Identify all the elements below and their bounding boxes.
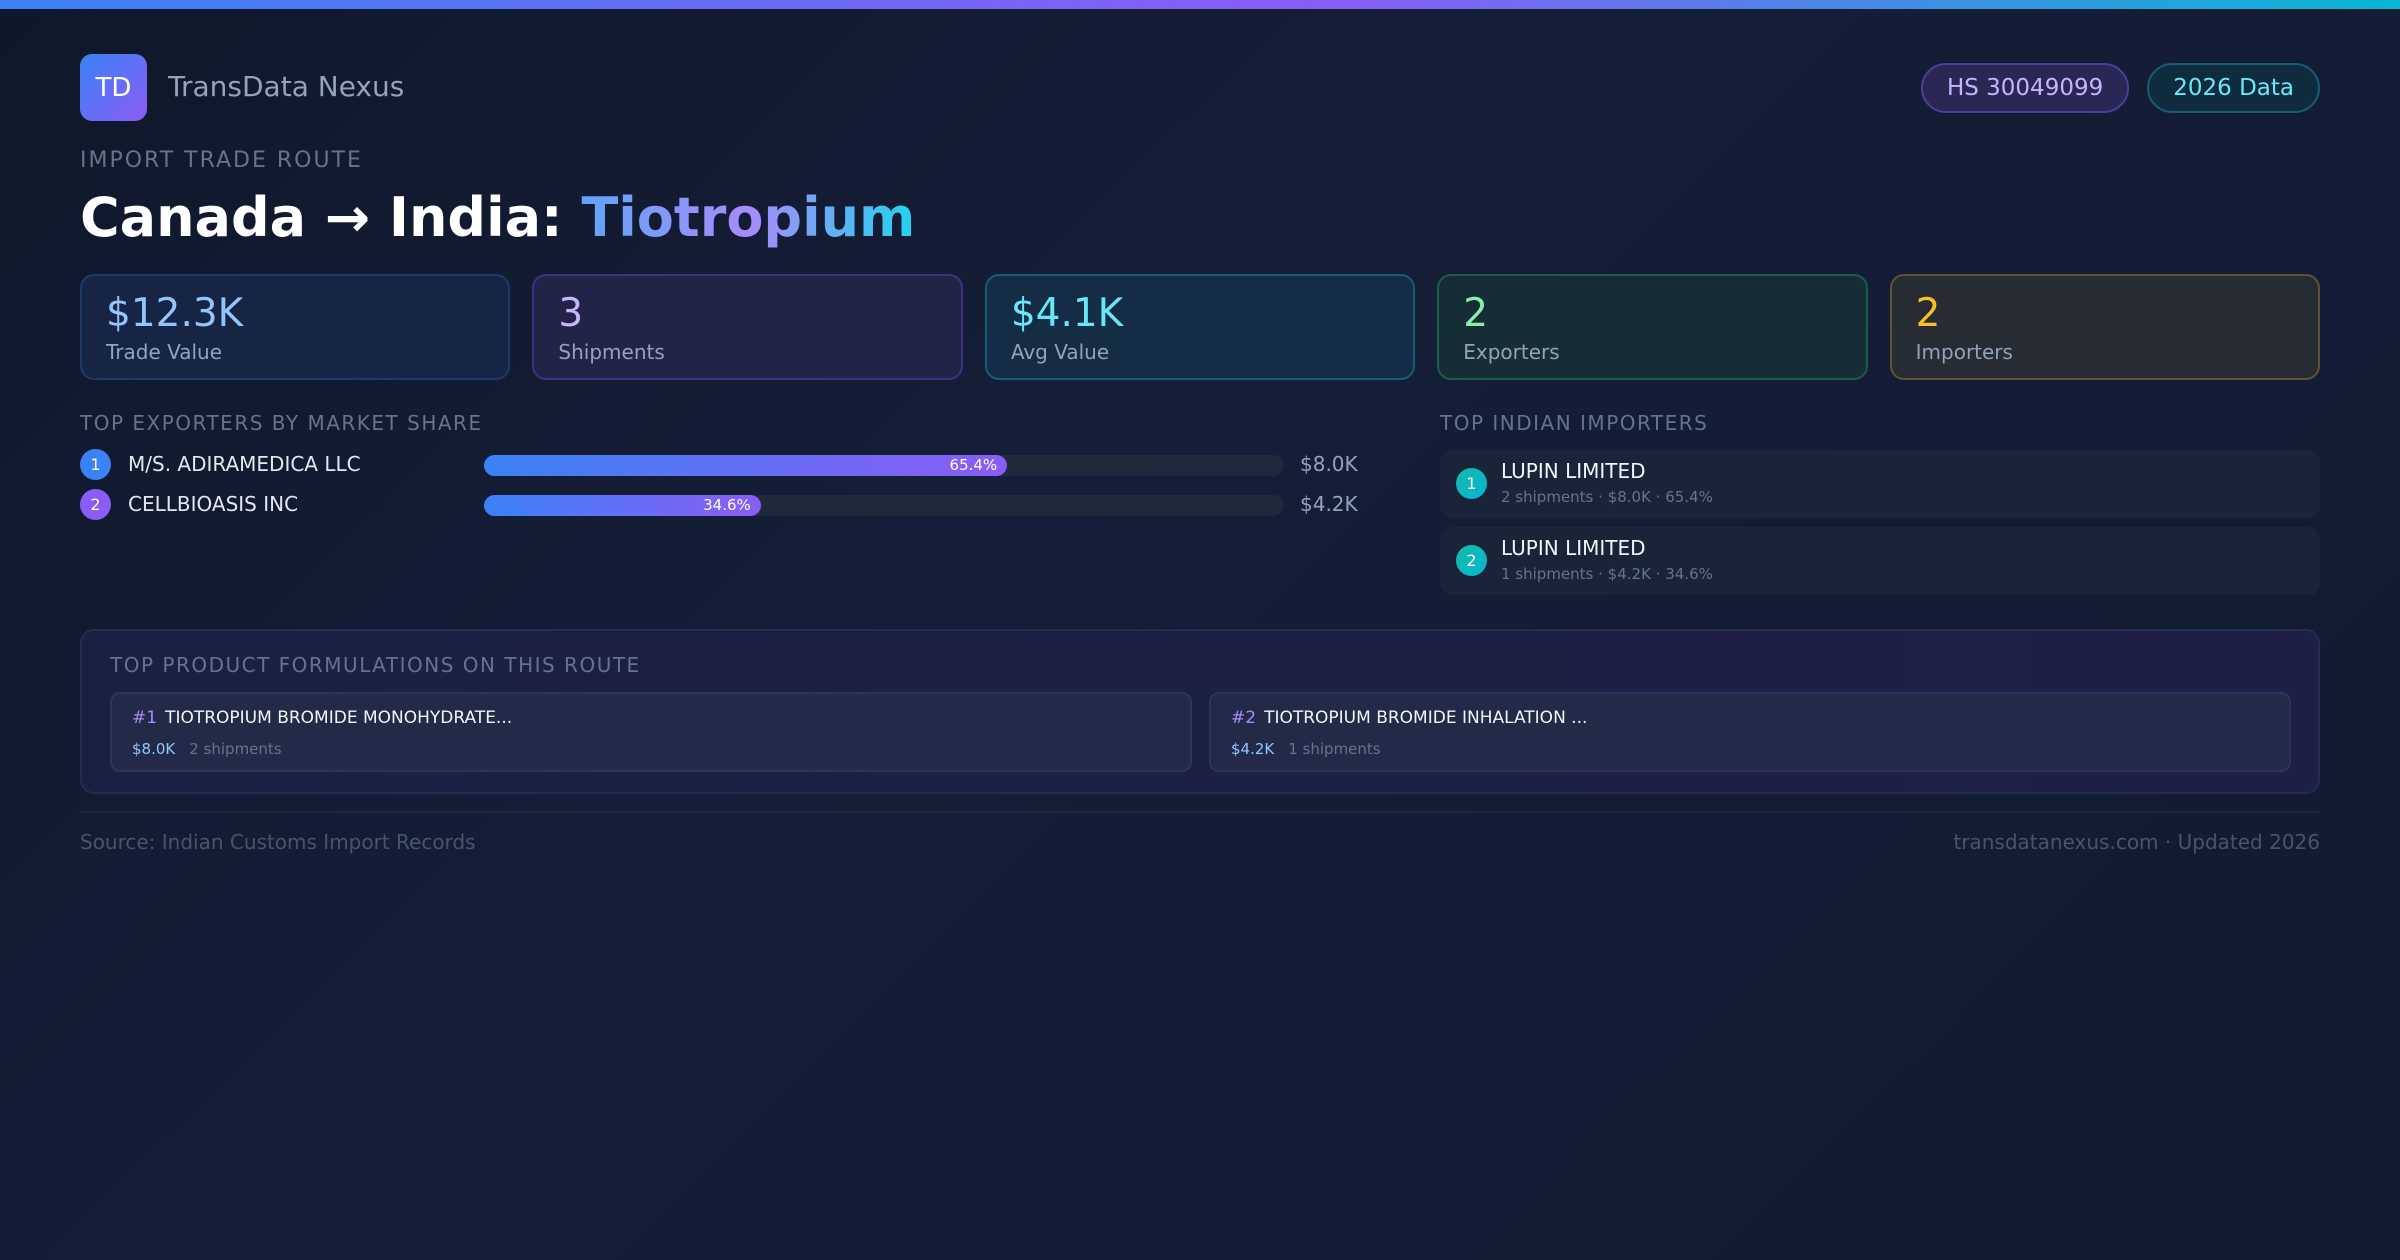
- footer-divider: [80, 811, 2320, 813]
- stat-value: $4.1K: [1010, 291, 1124, 336]
- rank-badge: 2: [80, 489, 111, 520]
- stat-trade-value: $12.3K Trade Value: [80, 274, 511, 380]
- formulation-rank: #2: [1231, 708, 1257, 728]
- stat-exporters: 2 Exporters: [1437, 274, 1868, 380]
- stat-label: Trade Value: [106, 340, 223, 364]
- stat-label: Exporters: [1463, 340, 1560, 364]
- formulation-title: #1 TIOTROPIUM BROMIDE MONOHYDRATE...: [132, 708, 512, 728]
- rank-badge: 1: [80, 449, 111, 480]
- brand-name: TransData Nexus: [168, 70, 405, 103]
- importer-item: 2 LUPIN LIMITED 1 shipments · $4.2K · 34…: [1440, 527, 2320, 595]
- importer-meta: 2 shipments · $8.0K · 65.4%: [1501, 488, 1713, 506]
- footer-site: transdatanexus.com · Updated 2026: [1953, 830, 2320, 854]
- formulation-card: #2 TIOTROPIUM BROMIDE INHALATION ... $4.2…: [1209, 692, 2291, 772]
- stat-value: 3: [558, 291, 584, 336]
- formulations-heading: TOP PRODUCT FORMULATIONS ON THIS ROUTE: [110, 653, 641, 677]
- share-bar: 34.6%: [484, 495, 1284, 516]
- exporter-value: $4.2K: [1300, 492, 1358, 516]
- page-title: Canada → India: Tiotropium: [80, 186, 915, 249]
- importer-item: 1 LUPIN LIMITED 2 shipments · $8.0K · 65…: [1440, 450, 2320, 518]
- stat-label: Avg Value: [1010, 340, 1110, 364]
- formulation-title: #2 TIOTROPIUM BROMIDE INHALATION ...: [1231, 708, 1587, 728]
- importer-name: LUPIN LIMITED: [1501, 459, 1646, 483]
- stat-avg-value: $4.1K Avg Value: [984, 274, 1416, 380]
- header: TD TransData Nexus HS 30049099 2026 Data: [80, 54, 2320, 121]
- title-route: Canada → India:: [80, 186, 582, 249]
- importer-name: LUPIN LIMITED: [1501, 536, 1646, 560]
- formulation-shipments: 1 shipments: [1288, 740, 1381, 758]
- formulation-meta: $8.0K 2 shipments: [132, 740, 282, 758]
- formulation-meta: $4.2K 1 shipments: [1231, 740, 1381, 758]
- hs-code-badge: HS 30049099: [1920, 63, 2130, 113]
- formulation-name: TIOTROPIUM BROMIDE INHALATION ...: [1264, 708, 1588, 728]
- title-product: Tiotropium: [581, 186, 916, 249]
- stat-importers: 2 Importers: [1889, 274, 2321, 380]
- formulations-panel: TOP PRODUCT FORMULATIONS ON THIS ROUTE #…: [80, 629, 2320, 794]
- stat-cards: $12.3K Trade Value 3 Shipments $4.1K Avg Va…: [80, 274, 2321, 380]
- rank-badge: 1: [1456, 468, 1487, 499]
- stat-label: Shipments: [558, 340, 665, 364]
- importer-meta: 1 shipments · $4.2K · 34.6%: [1501, 565, 1713, 583]
- importers-heading: TOP INDIAN IMPORTERS: [1440, 411, 1709, 435]
- stat-value: $12.3K: [106, 291, 244, 336]
- logo: TD: [80, 54, 147, 121]
- share-label: 34.6%: [703, 496, 751, 514]
- formulation-rank: #1: [132, 708, 158, 728]
- route-eyebrow: IMPORT TRADE ROUTE: [80, 148, 363, 173]
- formulation-name: TIOTROPIUM BROMIDE MONOHYDRATE...: [165, 708, 513, 728]
- footer-source: Source: Indian Customs Import Records: [80, 830, 476, 854]
- stat-label: Importers: [1915, 340, 2013, 364]
- formulation-value: $8.0K: [132, 740, 176, 758]
- formulation-card: #1 TIOTROPIUM BROMIDE MONOHYDRATE... $8.0…: [110, 692, 1192, 772]
- exporter-name: M/S. ADIRAMEDICA LLC: [128, 452, 361, 476]
- exporter-name: CELLBIOASIS INC: [128, 492, 299, 516]
- formulation-value: $4.2K: [1231, 740, 1275, 758]
- data-year-badge: 2026 Data: [2147, 63, 2320, 113]
- formulation-shipments: 2 shipments: [189, 740, 282, 758]
- exporters-heading: TOP EXPORTERS BY MARKET SHARE: [80, 411, 483, 435]
- badges: HS 30049099 2026 Data: [1920, 63, 2320, 113]
- share-bar-fill: 34.6%: [484, 495, 761, 516]
- top-accent-bar: [0, 0, 2400, 9]
- rank-badge: 2: [1456, 545, 1487, 576]
- stat-shipments: 3 Shipments: [532, 274, 963, 380]
- share-bar: 65.4%: [484, 455, 1284, 476]
- exporter-row: 2 CELLBIOASIS INC 34.6% $4.2K: [80, 489, 1380, 521]
- share-label: 65.4%: [949, 456, 998, 474]
- share-bar-fill: 65.4%: [484, 455, 1008, 476]
- stat-value: 2: [1915, 291, 1941, 336]
- stat-value: 2: [1463, 291, 1489, 336]
- exporter-value: $8.0K: [1300, 452, 1358, 476]
- exporter-row: 1 M/S. ADIRAMEDICA LLC 65.4% $8.0K: [80, 449, 1380, 481]
